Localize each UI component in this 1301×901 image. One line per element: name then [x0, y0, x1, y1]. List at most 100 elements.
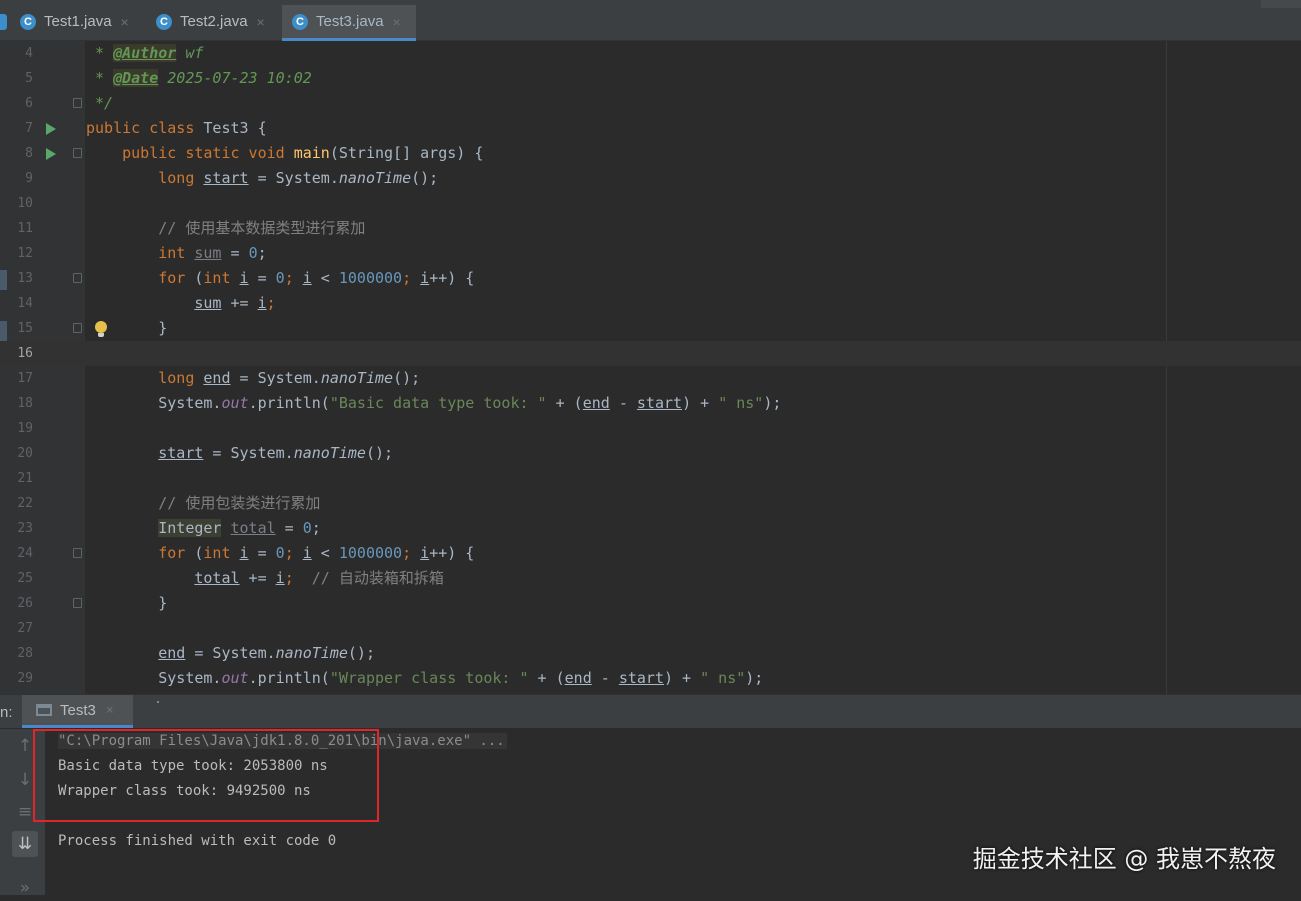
tab-label: Test3.java	[316, 13, 384, 30]
line-number: 15	[17, 321, 33, 336]
code-line: 21	[0, 466, 1301, 491]
line-number: 18	[17, 396, 33, 411]
highlight-box	[33, 729, 379, 822]
line-number: 20	[17, 446, 33, 461]
fold-icon[interactable]	[73, 548, 82, 558]
line-code: // 使用包装类进行累加	[86, 494, 321, 512]
line-number: 5	[25, 71, 33, 86]
code-line: 23 Integer total = 0;	[0, 516, 1301, 541]
close-icon[interactable]: ×	[121, 14, 129, 30]
tab-test2[interactable]: C Test2.java ×	[156, 5, 265, 38]
line-number: 14	[17, 296, 33, 311]
line-number: 21	[17, 471, 33, 486]
code-line: 27	[0, 616, 1301, 641]
run-main-icon[interactable]	[46, 148, 56, 160]
fold-icon[interactable]	[73, 323, 82, 333]
code-line: 7 public class Test3 {	[0, 116, 1301, 141]
line-number: 6	[25, 96, 33, 111]
line-number: 11	[17, 221, 33, 236]
hidden-tab-stub[interactable]	[0, 14, 7, 30]
line-number: 10	[17, 196, 33, 211]
line-code: long start = System.nanoTime();	[158, 169, 439, 187]
code-line: 28 end = System.nanoTime();	[0, 641, 1301, 666]
code-line: 20 start = System.nanoTime();	[0, 441, 1301, 466]
close-icon[interactable]: ×	[393, 14, 401, 30]
fold-icon[interactable]	[73, 98, 82, 108]
watermark: 掘金技术社区 @ 我崽不熬夜	[972, 845, 1276, 873]
current-code-line: 16	[0, 341, 1301, 366]
line-number: 27	[17, 621, 33, 636]
code-line: 13 for (int i = 0; i < 1000000; i++) {	[0, 266, 1301, 291]
line-number: 9	[25, 171, 33, 186]
line-code: * @Date 2025-07-23 10:02	[86, 69, 312, 87]
tab-label: Test1.java	[44, 13, 112, 30]
close-icon[interactable]: ×	[257, 14, 265, 30]
line-code: total += i; // 自动装箱和拆箱	[194, 569, 444, 587]
code-line: 18 System.out.println("Basic data type t…	[0, 391, 1301, 416]
line-code: public class Test3 {	[86, 119, 267, 137]
code-line: 19	[0, 416, 1301, 441]
line-code: }	[86, 594, 168, 612]
java-class-icon: C	[292, 13, 308, 30]
line-number: 17	[17, 371, 33, 386]
line-number: 28	[17, 646, 33, 661]
code-line: 24 for (int i = 0; i < 1000000; i++) {	[0, 541, 1301, 566]
run-class-icon[interactable]	[46, 123, 56, 135]
console-icon	[36, 704, 52, 716]
tab-test3[interactable]: C Test3.java ×	[282, 5, 416, 41]
line-code: Integer total = 0;	[158, 519, 321, 537]
line-number: 24	[17, 546, 33, 561]
code-line: 8 public static void main(String[] args)…	[0, 141, 1301, 166]
line-code: sum += i;	[194, 294, 276, 312]
code-line: 6 */	[0, 91, 1301, 116]
line-code: end = System.nanoTime();	[158, 644, 375, 662]
line-code: for (int i = 0; i < 1000000; i++) {	[158, 544, 475, 562]
code-line: 11 // 使用基本数据类型进行累加	[0, 216, 1301, 241]
line-number: 23	[17, 521, 33, 536]
run-tab-test3[interactable]: Test3 ×	[22, 695, 133, 728]
close-icon[interactable]: ×	[106, 703, 114, 718]
line-code: System.out.println("Basic data type took…	[158, 394, 782, 412]
code-line: 26 }	[0, 591, 1301, 616]
line-number: 29	[17, 671, 33, 686]
scroll-to-end-icon[interactable]: ⇊	[12, 831, 38, 857]
java-class-icon: C	[20, 13, 36, 30]
code-line: 10	[0, 191, 1301, 216]
fold-icon[interactable]	[73, 273, 82, 283]
run-panel-header: n: Test3 ×	[0, 694, 1301, 729]
line-number: 4	[25, 46, 33, 61]
code-editor[interactable]: 4 * @Author wf 5 * @Date 2025-07-23 10:0…	[0, 41, 1301, 694]
line-code: // 使用基本数据类型进行累加	[86, 219, 366, 237]
code-line: 9 long start = System.nanoTime();	[0, 166, 1301, 191]
line-code: */	[86, 94, 114, 112]
java-class-icon: C	[156, 13, 172, 30]
line-code: for (int i = 0; i < 1000000; i++) {	[158, 269, 475, 287]
line-code: start = System.nanoTime();	[158, 444, 394, 462]
line-code: public static void main(String[] args) {	[86, 144, 484, 162]
line-code: int sum = 0;	[158, 244, 267, 262]
line-code: * @Author wf	[86, 44, 204, 62]
code-line: 15 }	[0, 316, 1301, 341]
tab-test1[interactable]: C Test1.java ×	[20, 5, 129, 38]
line-number: 26	[17, 596, 33, 611]
tab-label: Test2.java	[180, 13, 248, 30]
line-code: long end = System.nanoTime();	[158, 369, 421, 387]
run-tab-label: Test3	[60, 701, 96, 719]
fold-icon[interactable]	[73, 148, 82, 158]
fold-icon[interactable]	[73, 598, 82, 608]
tab-bar-corner	[1261, 0, 1301, 8]
code-line: 14 sum += i;	[0, 291, 1301, 316]
line-number: 13	[17, 271, 33, 286]
code-line: 29 System.out.println("Wrapper class too…	[0, 666, 1301, 691]
line-number: 7	[25, 121, 33, 136]
code-line: 5 * @Date 2025-07-23 10:02	[0, 66, 1301, 91]
line-number: 22	[17, 496, 33, 511]
line-number: 12	[17, 246, 33, 261]
code-line: 22 // 使用包装类进行累加	[0, 491, 1301, 516]
run-panel-label: n:	[0, 704, 13, 721]
line-number: 8	[25, 146, 33, 161]
code-line: 4 * @Author wf	[0, 41, 1301, 66]
line-number: 19	[17, 421, 33, 436]
editor-tab-bar: C Test1.java × C Test2.java × C Test3.ja…	[0, 0, 1301, 41]
more-icon[interactable]: »	[12, 875, 38, 901]
